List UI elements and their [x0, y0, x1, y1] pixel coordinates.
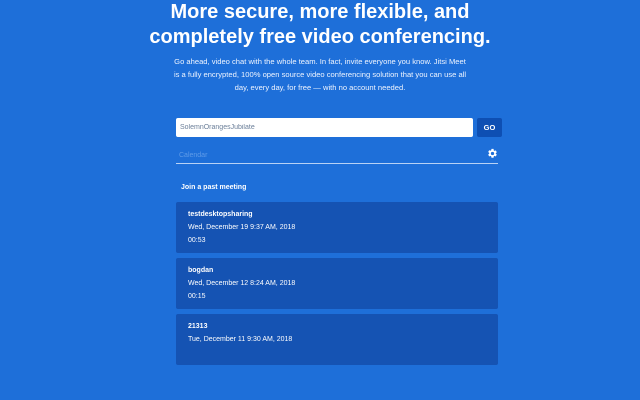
- meeting-name: testdesktopsharing: [188, 211, 253, 218]
- meeting-date: Wed, December 19 9:37 AM, 2018: [188, 224, 296, 231]
- gear-icon[interactable]: [487, 148, 498, 159]
- past-meeting-card[interactable]: bogdan Wed, December 12 8:24 AM, 2018 00…: [176, 258, 498, 309]
- past-meeting-card[interactable]: 21313 Tue, December 11 9:30 AM, 2018: [176, 314, 498, 365]
- hero-title: More secure, more flexible, and complete…: [0, 0, 640, 50]
- meeting-date: Wed, December 12 8:24 AM, 2018: [188, 280, 296, 287]
- meeting-name: bogdan: [188, 267, 214, 274]
- calendar-tab[interactable]: Calendar: [179, 152, 207, 159]
- meeting-duration: 00:53: [188, 237, 206, 244]
- meeting-name: 21313: [188, 323, 208, 330]
- past-meetings-label: Join a past meeting: [181, 184, 247, 191]
- calendar-row: Calendar: [176, 147, 498, 164]
- past-meeting-card[interactable]: testdesktopsharing Wed, December 19 9:37…: [176, 202, 498, 253]
- meeting-duration: 00:15: [188, 293, 206, 300]
- go-button[interactable]: GO: [477, 118, 502, 137]
- hero-title-line-2: completely free video conferencing.: [149, 26, 491, 48]
- hero-title-line-1: More secure, more flexible, and: [170, 1, 470, 23]
- room-name-input[interactable]: [176, 118, 473, 137]
- meeting-date: Tue, December 11 9:30 AM, 2018: [188, 336, 293, 343]
- calendar-tab-underline: [176, 163, 498, 164]
- hero-description: Go ahead, video chat with the whole team…: [173, 57, 467, 92]
